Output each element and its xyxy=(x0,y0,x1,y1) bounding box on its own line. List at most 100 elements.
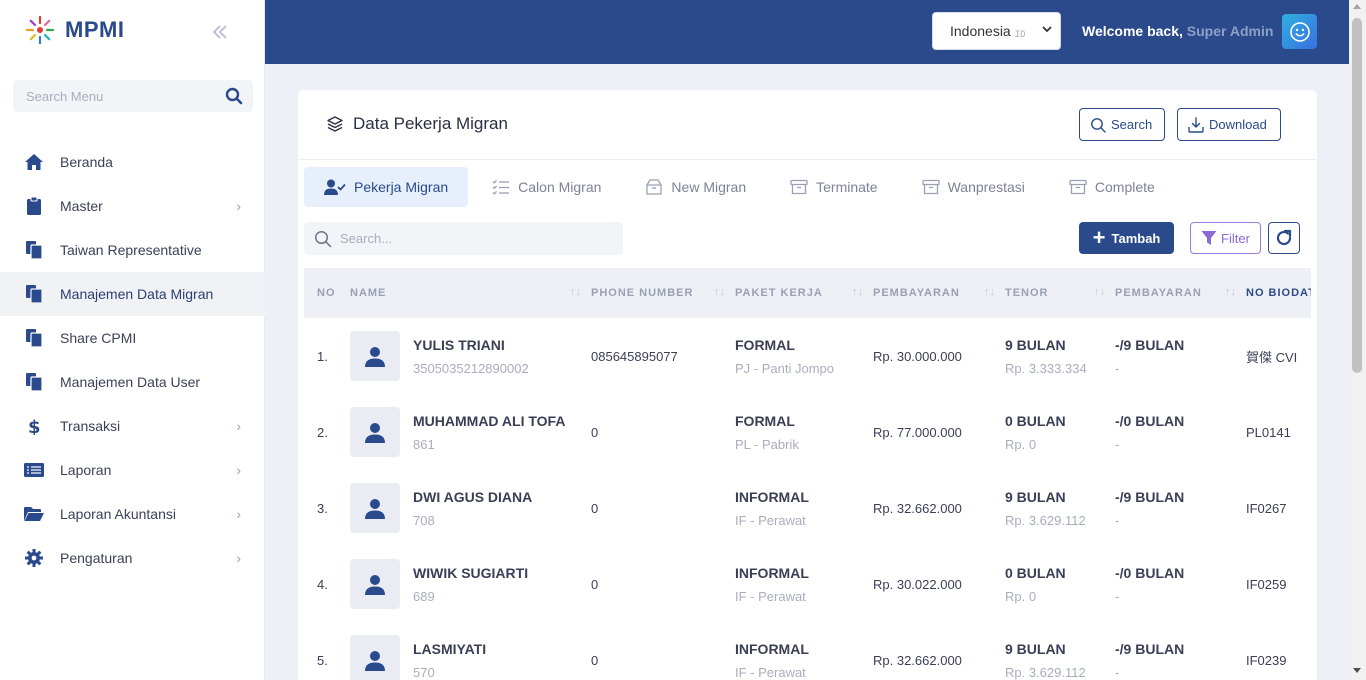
cell-paket: INFORMAL IF - Perawat xyxy=(735,564,809,604)
search-button[interactable]: Search xyxy=(1079,108,1165,141)
scrollbar-thumb[interactable] xyxy=(1352,18,1362,373)
dollar-icon: $ xyxy=(24,416,44,436)
cell-paket: FORMAL PL - Pabrik xyxy=(735,412,799,452)
table-row[interactable]: 5. LASMIYATI 570 0 INFORMAL IF - Perawat Rp. 3… xyxy=(304,622,1311,680)
column-header-tenor[interactable]: TENOR ↑↓ xyxy=(1005,268,1115,318)
tab-terminate[interactable]: Terminate xyxy=(770,167,897,207)
cell-tenor: 0 BULAN Rp. 0 xyxy=(1005,564,1066,604)
cell-pembayaran: Rp. 30.000.000 xyxy=(873,348,962,364)
cell-no: 5. xyxy=(317,652,328,668)
worker-name[interactable]: DWI AGUS DIANA xyxy=(413,489,532,505)
sort-icon[interactable]: ↑↓ xyxy=(1225,286,1236,298)
refresh-button[interactable] xyxy=(1268,222,1300,254)
add-button-label: Tambah xyxy=(1111,230,1161,246)
column-header-no-biodata[interactable]: NO BIODATA xyxy=(1246,268,1311,318)
scroll-up-arrow-icon[interactable] xyxy=(1353,4,1361,9)
column-header-paket[interactable]: PAKET KERJA ↑↓ xyxy=(735,268,873,318)
brand-name: MPMI xyxy=(65,17,125,42)
cell-no-biodata: IF0239 xyxy=(1246,652,1287,668)
cell-pembayaran-2: -/0 BULAN - xyxy=(1115,564,1185,604)
filter-button[interactable]: Filter xyxy=(1190,222,1261,254)
tab-calon-migran[interactable]: Calon Migran xyxy=(472,167,621,207)
language-select[interactable]: Indonesia ID xyxy=(932,12,1061,50)
cell-name: DWI AGUS DIANA 708 xyxy=(350,470,591,546)
user-avatar[interactable] xyxy=(1282,14,1317,49)
status-tabs: Pekerja Migran Calon Migran New Migran T… xyxy=(304,167,1179,207)
tab-pekerja-migran[interactable]: Pekerja Migran xyxy=(304,167,469,207)
card-header: Data Pekerja Migran Search Download xyxy=(298,90,1317,160)
brand-logo-icon xyxy=(25,15,55,45)
column-header-name[interactable]: NAME ↑↓ xyxy=(350,268,591,318)
brand[interactable]: MPMI xyxy=(24,14,124,46)
layers-icon xyxy=(327,116,343,132)
cell-no: 2. xyxy=(317,424,328,440)
sidebar-search-input[interactable] xyxy=(13,88,213,104)
worker-id: 3505035212890002 xyxy=(413,360,529,376)
sidebar-item-share-cpmi[interactable]: Share CPMI xyxy=(0,316,265,360)
cell-name: YULIS TRIANI 3505035212890002 xyxy=(350,318,591,394)
worker-id: 570 xyxy=(413,664,435,680)
worker-name[interactable]: WIWIK SUGIARTI xyxy=(413,565,528,581)
archive-icon xyxy=(921,179,940,195)
collapse-sidebar-button[interactable] xyxy=(210,22,232,44)
topbar: Indonesia ID Welcome back, Super Admin xyxy=(265,0,1366,64)
cell-phone: 0 xyxy=(591,500,599,516)
tab-label: New Migran xyxy=(671,179,747,195)
sidebar-item-manajemen-data-user[interactable]: Manajemen Data User xyxy=(0,360,265,404)
sort-icon[interactable]: ↑↓ xyxy=(984,286,995,298)
sidebar: MPMI Beranda Master › Taiwan Representat… xyxy=(0,0,265,680)
table-row[interactable]: 2. MUHAMMAD ALI TOFA 861 0 FORMAL PL - Pabrik… xyxy=(304,394,1311,470)
sidebar-item-laporan[interactable]: Laporan › xyxy=(0,448,265,492)
cell-no-biodata: PL0141 xyxy=(1246,424,1291,440)
download-button[interactable]: Download xyxy=(1177,108,1281,141)
copy-icon xyxy=(24,328,44,348)
cell-paket: INFORMAL IF - Perawat xyxy=(735,640,809,680)
cell-name: WIWIK SUGIARTI 689 xyxy=(350,546,591,622)
sidebar-item-taiwan-representative[interactable]: Taiwan Representative xyxy=(0,228,265,272)
sidebar-item-label: Manajemen Data User xyxy=(60,374,201,390)
add-button[interactable]: + Tambah xyxy=(1079,222,1174,254)
list-icon xyxy=(24,460,44,480)
tab-wanprestasi[interactable]: Wanprestasi xyxy=(902,167,1045,207)
worker-name[interactable]: YULIS TRIANI xyxy=(413,337,529,353)
user-name[interactable]: Super Admin xyxy=(1187,23,1274,39)
table-header-row: NO NAME ↑↓ PHONE NUMBER ↑↓ PAKET KERJA ↑↓ P… xyxy=(304,268,1311,318)
tab-new-migran[interactable]: New Migran xyxy=(625,167,766,207)
table-row[interactable]: 4. WIWIK SUGIARTI 689 0 INFORMAL IF - Perawat… xyxy=(304,546,1311,622)
person-avatar-icon xyxy=(350,483,400,533)
sidebar-item-beranda[interactable]: Beranda xyxy=(0,140,265,184)
worker-name[interactable]: MUHAMMAD ALI TOFA xyxy=(413,413,565,429)
sidebar-item-pengaturan[interactable]: Pengaturan › xyxy=(0,536,265,580)
column-header-pembayaran-2[interactable]: PEMBAYARAN ↑↓ xyxy=(1115,268,1246,318)
sort-icon[interactable]: ↑↓ xyxy=(570,286,581,298)
cell-paket: FORMAL PJ - Panti Jompo xyxy=(735,336,834,376)
sidebar-item-manajemen-data-migran[interactable]: Manajemen Data Migran xyxy=(0,272,265,316)
person-avatar-icon xyxy=(350,559,400,609)
sidebar-item-transaksi[interactable]: $ Transaksi › xyxy=(0,404,265,448)
column-header-pembayaran[interactable]: PEMBAYARAN ↑↓ xyxy=(873,268,1005,318)
chevron-right-icon: › xyxy=(236,198,241,214)
folder-open-icon xyxy=(24,504,44,524)
sidebar-item-master[interactable]: Master › xyxy=(0,184,265,228)
chevron-right-icon: › xyxy=(236,418,241,434)
sort-icon[interactable]: ↑↓ xyxy=(714,286,725,298)
scroll-down-arrow-icon[interactable] xyxy=(1353,668,1361,673)
sort-icon[interactable]: ↑↓ xyxy=(1094,286,1105,298)
table-row[interactable]: 3. DWI AGUS DIANA 708 0 INFORMAL IF - Perawat… xyxy=(304,470,1311,546)
table-row[interactable]: 1. YULIS TRIANI 3505035212890002 0856458950… xyxy=(304,318,1311,394)
refresh-icon xyxy=(1276,229,1292,246)
sidebar-item-label: Pengaturan xyxy=(60,550,133,566)
sidebar-item-laporan-akuntansi[interactable]: Laporan Akuntansi › xyxy=(0,492,265,536)
search-icon[interactable] xyxy=(225,87,243,110)
sort-icon[interactable]: ↑↓ xyxy=(852,286,863,298)
column-header-phone[interactable]: PHONE NUMBER ↑↓ xyxy=(591,268,735,318)
download-button-label: Download xyxy=(1209,117,1267,132)
sidebar-item-label: Manajemen Data Migran xyxy=(60,286,214,302)
worker-id: 708 xyxy=(413,512,435,528)
tab-complete[interactable]: Complete xyxy=(1049,167,1175,207)
cell-pembayaran: Rp. 30.022.000 xyxy=(873,576,962,592)
tab-label: Calon Migran xyxy=(518,179,602,195)
table-search-input[interactable] xyxy=(340,231,610,246)
tab-label: Wanprestasi xyxy=(947,179,1025,195)
worker-name[interactable]: LASMIYATI xyxy=(413,641,486,657)
